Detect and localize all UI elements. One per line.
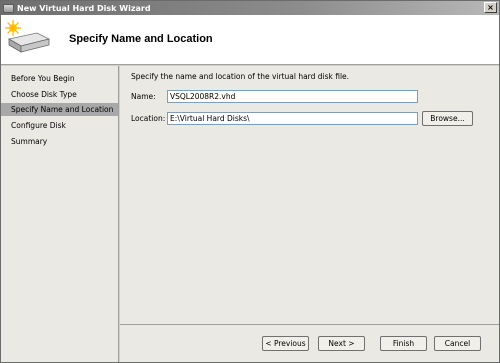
page-title: Specify Name and Location [69,33,213,45]
next-button[interactable]: Next > [318,336,365,351]
wizard-header: Specify Name and Location [1,15,499,65]
intro-text: Specify the name and location of the vir… [131,72,350,81]
step-specify-name-and-location[interactable]: Specify Name and Location [1,103,118,116]
location-label: Location: [131,114,166,123]
hard-disk-with-sparkle-icon [5,20,51,53]
wizard-footer: < Previous Next > Finish Cancel [120,325,499,362]
browse-button[interactable]: Browse... [422,111,473,126]
name-field[interactable] [167,90,418,103]
previous-button[interactable]: < Previous [262,336,309,351]
wizard-steps: Before You Begin Choose Disk Type Specif… [1,66,119,362]
main-content: Specify the name and location of the vir… [120,66,499,324]
cancel-button[interactable]: Cancel [434,336,481,351]
step-before-you-begin[interactable]: Before You Begin [1,72,118,85]
name-label: Name: [131,92,156,101]
hard-disk-icon [3,3,14,13]
wizard-window: New Virtual Hard Disk Wizard × Specify N… [0,0,500,363]
window-title: New Virtual Hard Disk Wizard [17,3,151,13]
close-icon[interactable]: × [484,2,497,13]
finish-button[interactable]: Finish [380,336,427,351]
step-configure-disk[interactable]: Configure Disk [1,119,118,132]
title-bar[interactable]: New Virtual Hard Disk Wizard × [1,1,499,15]
location-field[interactable] [167,112,418,125]
step-summary[interactable]: Summary [1,135,118,148]
step-choose-disk-type[interactable]: Choose Disk Type [1,88,118,101]
